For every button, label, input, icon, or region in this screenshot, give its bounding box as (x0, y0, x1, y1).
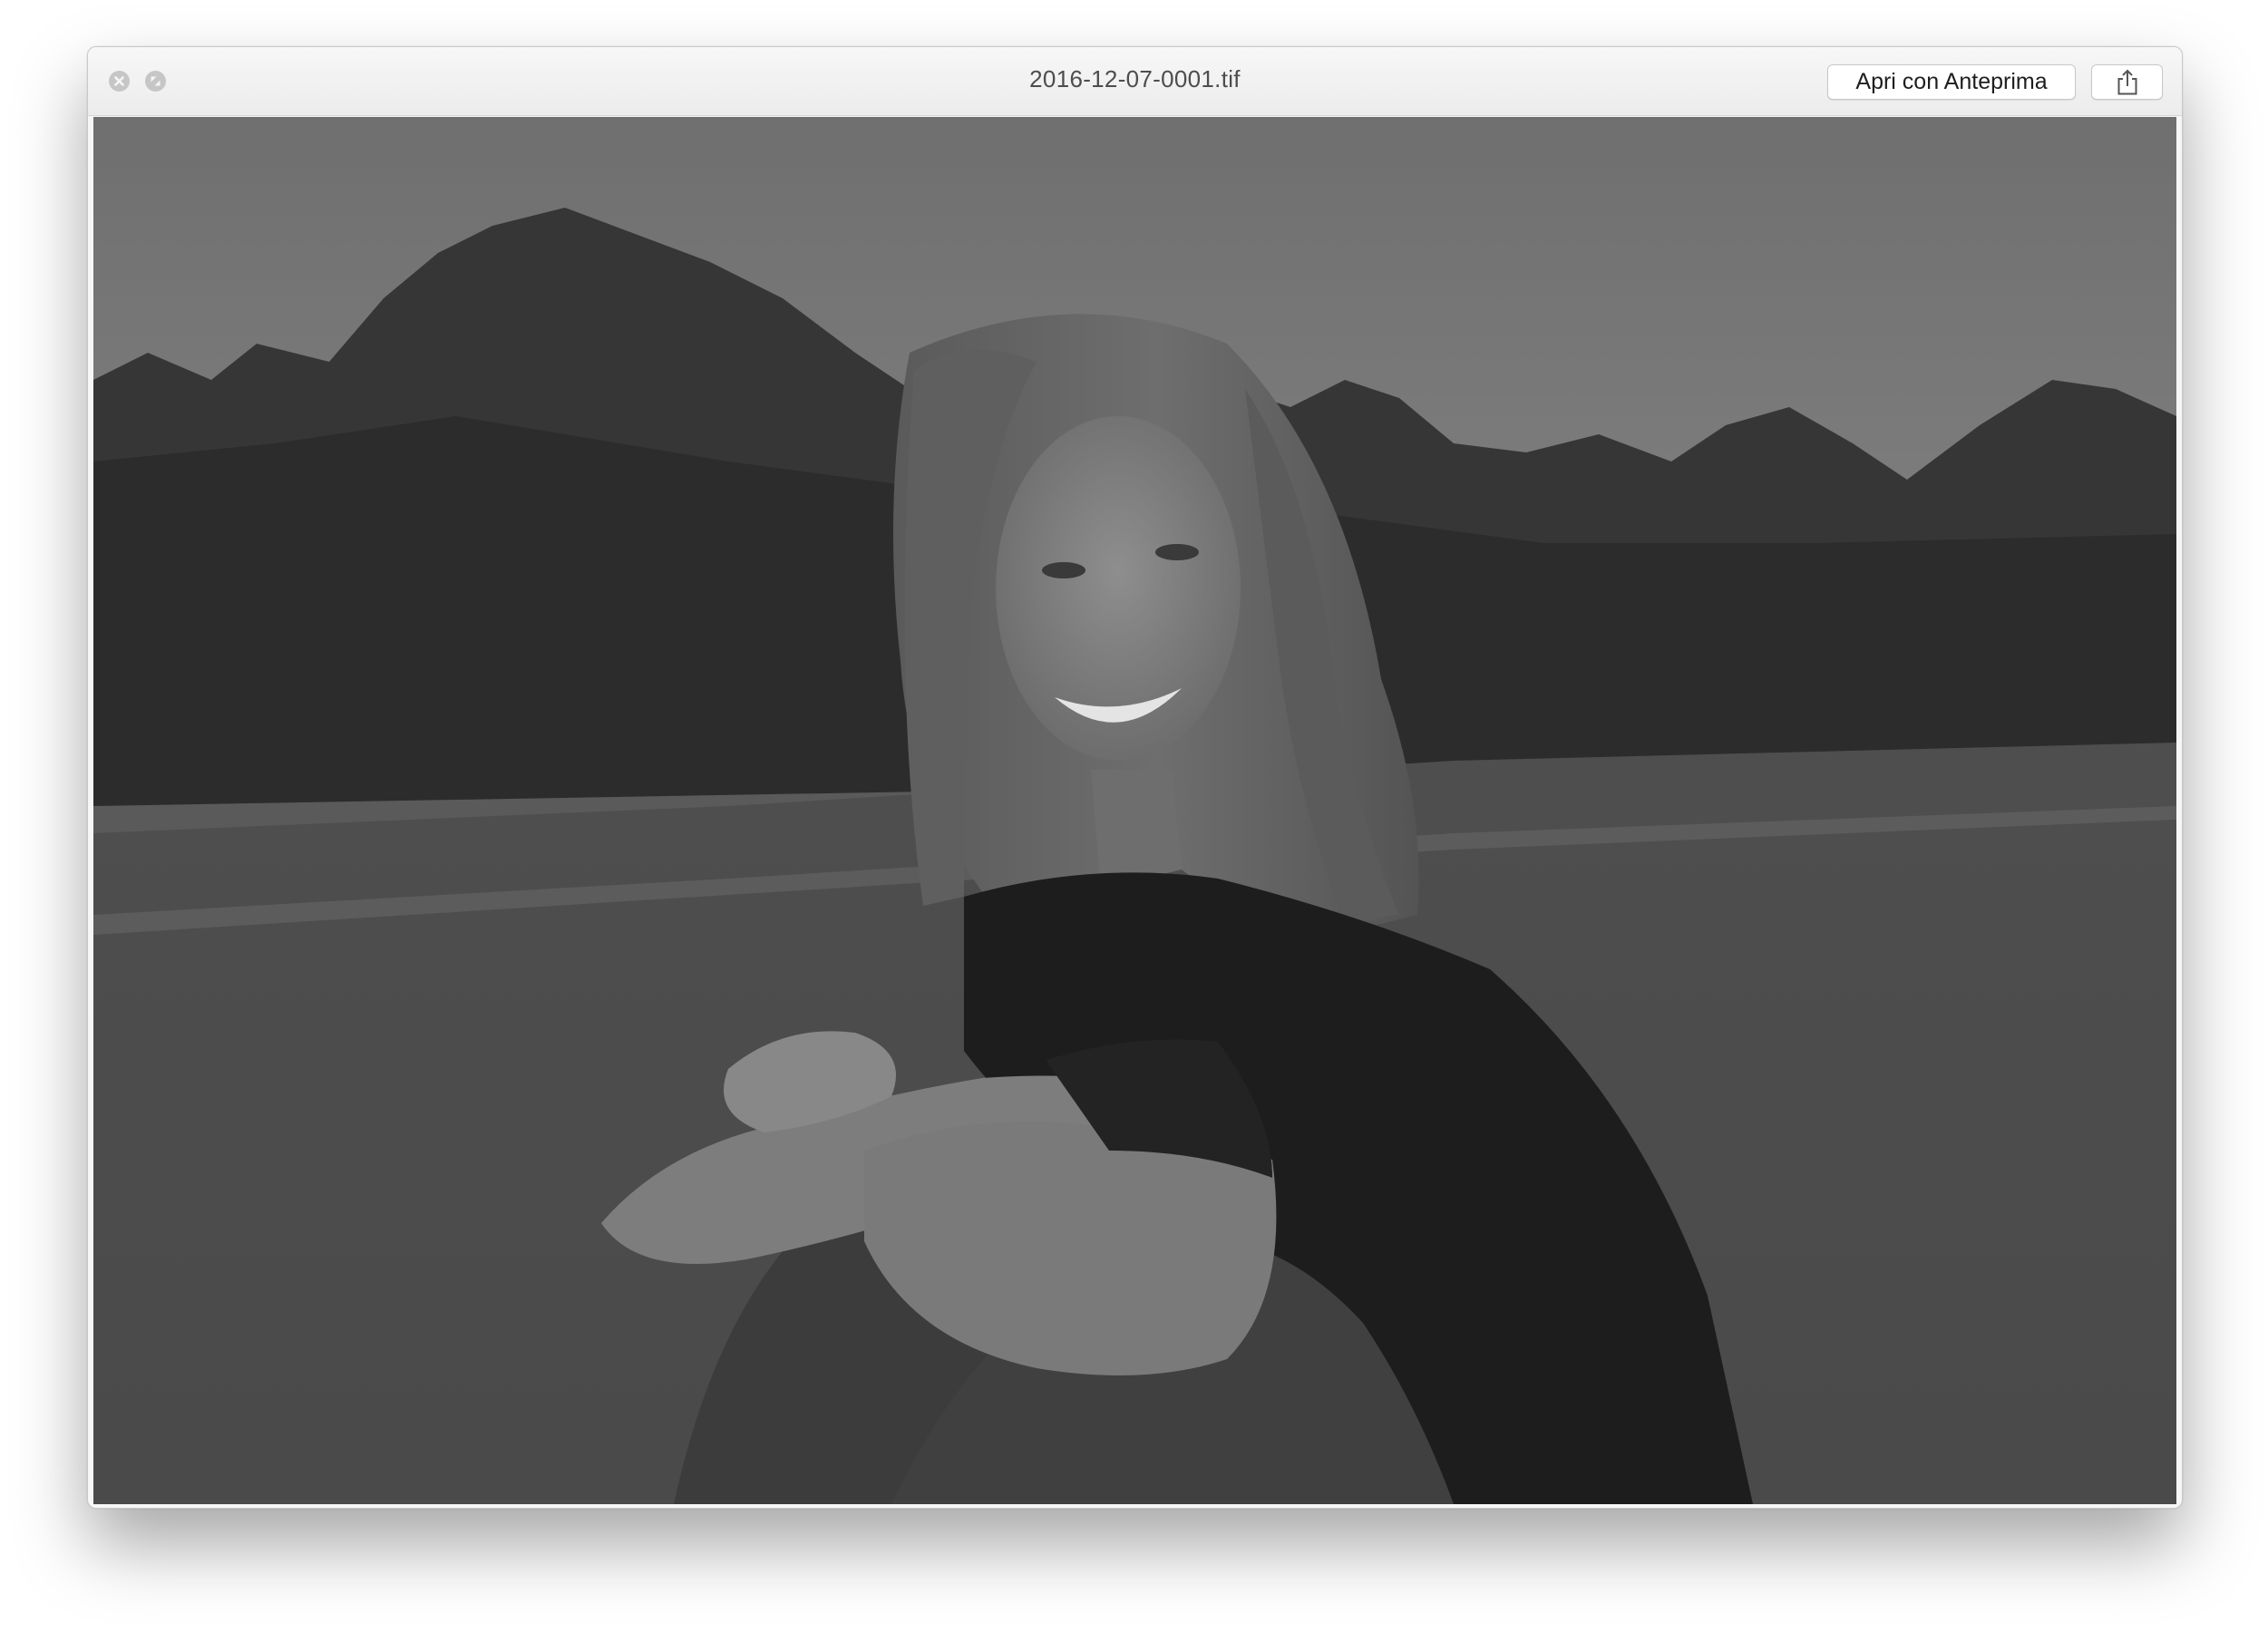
title-bar: 2016-12-07-0001.tif Apri con Anteprima (88, 47, 2182, 116)
quicklook-window: 2016-12-07-0001.tif Apri con Anteprima (87, 46, 2183, 1509)
share-icon (2117, 69, 2137, 94)
preview-image (93, 117, 2176, 1504)
open-with-preview-button[interactable]: Apri con Anteprima (1827, 64, 2076, 100)
photo-portrait (93, 117, 2176, 1504)
share-button[interactable] (2091, 64, 2163, 100)
